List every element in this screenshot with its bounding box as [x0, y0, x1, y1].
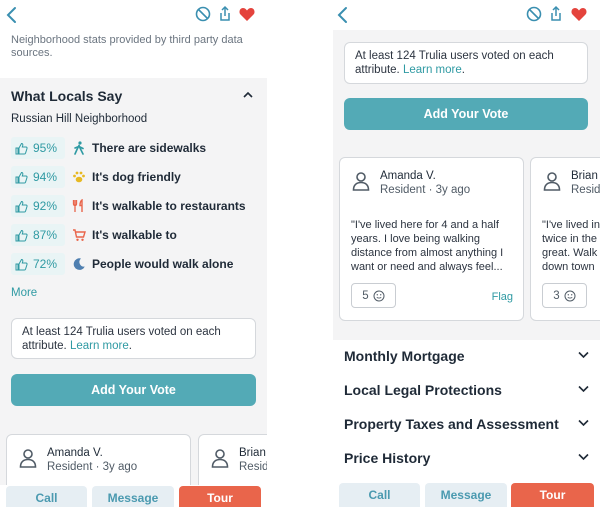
- bottom-action-bar: Call Message Tour: [0, 485, 267, 507]
- like-counter[interactable]: 5: [351, 283, 396, 308]
- avatar-icon: [352, 172, 370, 191]
- accordion-local-legal-protections[interactable]: Local Legal Protections: [333, 373, 600, 407]
- tour-button[interactable]: Tour: [179, 486, 261, 507]
- tour-button[interactable]: Tour: [511, 483, 594, 507]
- vote-note-box: At least 124 Trulia users voted on each …: [11, 318, 256, 359]
- thumbs-up-icon: [15, 200, 28, 212]
- fork-knife-icon: [72, 199, 83, 212]
- like-count: 5: [362, 289, 369, 302]
- accordion-monthly-mortgage[interactable]: Monthly Mortgage: [333, 339, 600, 373]
- reviewer-role: Resid: [239, 461, 267, 473]
- chevron-down-icon: [578, 385, 589, 393]
- percent-badge: 92%: [11, 195, 65, 217]
- shopping-cart-icon: [73, 229, 86, 241]
- thumbs-up-icon: [15, 142, 28, 154]
- share-icon[interactable]: [216, 5, 234, 23]
- accordion-property-taxes[interactable]: Property Taxes and Assessment: [333, 407, 600, 441]
- chevron-down-icon: [578, 351, 589, 359]
- right-screen: At least 124 Trulia users voted on each …: [333, 0, 600, 507]
- heart-icon[interactable]: [570, 5, 588, 23]
- attribute-label: There are sidewalks: [92, 141, 207, 155]
- left-screen: Neighborhood stats provided by third par…: [0, 0, 267, 507]
- more-link[interactable]: More: [11, 287, 37, 299]
- vote-note-box: At least 124 Trulia users voted on each …: [344, 42, 588, 84]
- percent-badge: 72%: [11, 253, 65, 275]
- call-button[interactable]: Call: [339, 483, 420, 507]
- attribute-row[interactable]: 72% People would walk alone: [11, 253, 233, 275]
- reviewer-role: Resident · 3y ago: [380, 184, 471, 196]
- smiley-icon: [564, 290, 576, 301]
- chevron-down-icon: [578, 453, 589, 461]
- attribute-label: It's walkable to restaurants: [92, 199, 246, 213]
- moon-icon: [73, 258, 85, 270]
- percent-badge: 95%: [11, 137, 65, 159]
- share-icon[interactable]: [547, 5, 565, 23]
- review-quote: "I've lived here for 4 and a half years.…: [351, 219, 504, 273]
- paw-icon: [73, 171, 85, 183]
- add-vote-button[interactable]: Add Your Vote: [11, 374, 256, 406]
- walking-person-icon: [74, 141, 84, 155]
- attribute-label: People would walk alone: [92, 257, 234, 271]
- hide-icon[interactable]: [194, 5, 212, 23]
- thumbs-up-icon: [15, 171, 28, 183]
- chevron-left-icon[interactable]: [335, 5, 351, 25]
- reviewer-name: Brian: [571, 170, 598, 182]
- accordion-title: Monthly Mortgage: [344, 348, 465, 364]
- hide-icon[interactable]: [525, 5, 543, 23]
- attribute-row[interactable]: 94% It's dog friendly: [11, 166, 181, 188]
- reviewer-role: Resid: [571, 184, 600, 196]
- review-quote: "I've lived in twice in the great. Walk …: [542, 219, 600, 273]
- accordion-title: Property Taxes and Assessment: [344, 416, 559, 432]
- attribute-label: It's dog friendly: [92, 170, 181, 184]
- chevron-left-icon[interactable]: [4, 5, 20, 25]
- call-button[interactable]: Call: [6, 486, 87, 507]
- accordion-title: Local Legal Protections: [344, 382, 502, 398]
- avatar-icon: [211, 449, 229, 468]
- chevron-up-icon[interactable]: [242, 90, 254, 100]
- stats-note: Neighborhood stats provided by third par…: [11, 34, 243, 59]
- reviewer-name: Brian: [239, 447, 266, 459]
- neighborhood-name: Russian Hill Neighborhood: [11, 113, 148, 125]
- reviewer-name: Amanda V.: [47, 447, 103, 459]
- percent-value: 95%: [33, 141, 58, 155]
- percent-badge: 94%: [11, 166, 65, 188]
- percent-badge: 87%: [11, 224, 65, 246]
- attribute-row[interactable]: 87% It's walkable to: [11, 224, 177, 246]
- message-button[interactable]: Message: [425, 483, 507, 507]
- add-vote-button[interactable]: Add Your Vote: [344, 98, 588, 130]
- attribute-row[interactable]: 92% It's walkable to restaurants: [11, 195, 246, 217]
- percent-value: 87%: [33, 228, 58, 242]
- flag-link[interactable]: Flag: [492, 291, 513, 303]
- percent-value: 94%: [33, 170, 58, 184]
- heart-icon[interactable]: [238, 5, 256, 23]
- attribute-row[interactable]: 95% There are sidewalks: [11, 137, 206, 159]
- thumbs-up-icon: [15, 229, 28, 241]
- learn-more-link[interactable]: Learn more: [403, 64, 462, 76]
- bottom-action-bar: Call Message Tour: [333, 482, 600, 507]
- like-counter[interactable]: 3: [542, 283, 587, 308]
- chevron-down-icon: [578, 419, 589, 427]
- reviewer-role: Resident · 3y ago: [47, 461, 138, 473]
- percent-value: 92%: [33, 199, 58, 213]
- top-bar: [0, 0, 267, 30]
- attribute-label: It's walkable to: [92, 228, 177, 242]
- smiley-icon: [373, 290, 385, 301]
- like-count: 3: [553, 289, 560, 302]
- message-button[interactable]: Message: [92, 486, 174, 507]
- accordion-title: Price History: [344, 450, 431, 466]
- percent-value: 72%: [33, 257, 58, 271]
- section-title: What Locals Say: [11, 88, 123, 104]
- avatar-icon: [19, 449, 37, 468]
- review-card[interactable]: Brian Resid "I've lived in twice in the …: [530, 157, 600, 321]
- accordion-price-history[interactable]: Price History: [333, 441, 600, 475]
- review-card[interactable]: Amanda V. Resident · 3y ago "I've lived …: [339, 157, 524, 321]
- thumbs-up-icon: [15, 258, 28, 270]
- reviewer-name: Amanda V.: [380, 170, 436, 182]
- avatar-icon: [543, 172, 561, 191]
- top-bar: [333, 0, 600, 30]
- learn-more-link[interactable]: Learn more: [70, 340, 129, 352]
